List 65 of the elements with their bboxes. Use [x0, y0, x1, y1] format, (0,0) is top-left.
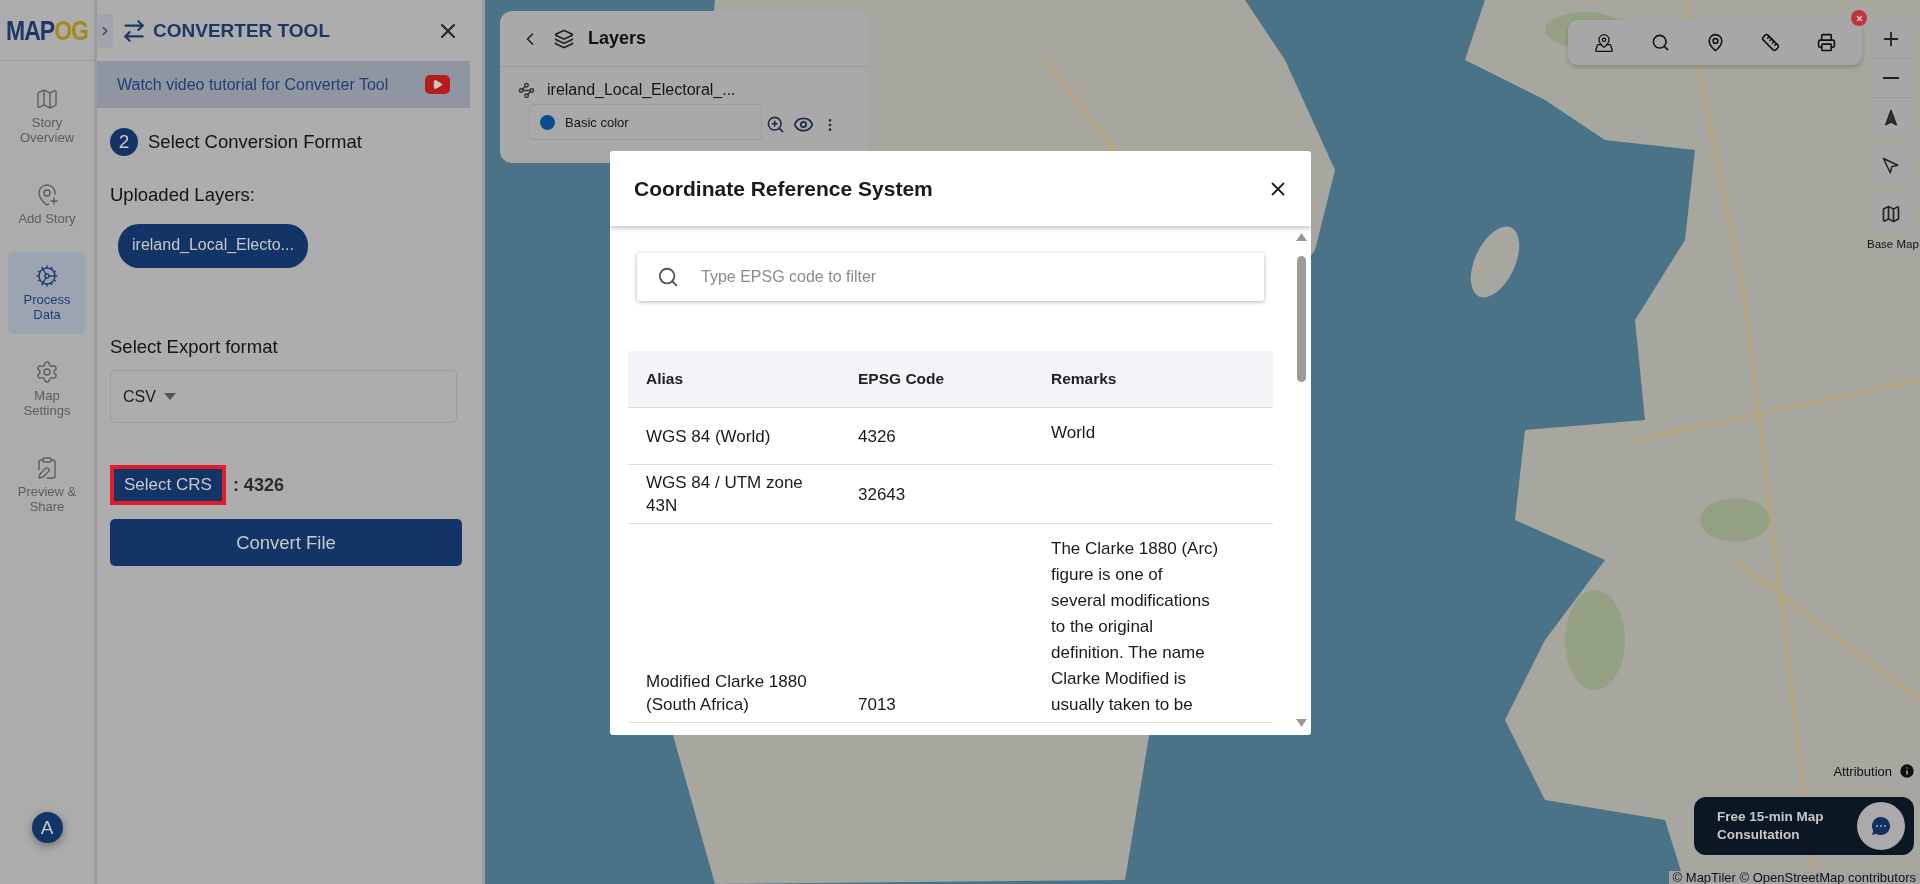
compass-icon [1882, 108, 1900, 127]
layer-name[interactable]: ireland_Local_Electoral_... [547, 81, 736, 99]
layer-chip[interactable]: ireland_Local_Electo... [118, 224, 308, 268]
scroll-up-icon[interactable] [1296, 233, 1307, 241]
select-crs-button[interactable]: Select CRS [110, 465, 226, 505]
search-icon[interactable] [1650, 33, 1670, 52]
map-credits: © MapTiler © OpenStreetMap contributors [1668, 871, 1920, 884]
nav-icon [35, 456, 59, 480]
consultation-card[interactable]: Free 15-min Map Consultation [1694, 797, 1914, 855]
scrollbar-thumb[interactable] [1297, 256, 1306, 382]
crs-value: : 4326 [232, 474, 284, 496]
pin-icon[interactable] [1705, 33, 1725, 52]
table-cell: 7013 [840, 524, 1033, 723]
nav-icon [35, 360, 59, 384]
polygon-icon [518, 81, 535, 99]
color-swatch [540, 114, 555, 130]
base-map-button[interactable] [1872, 195, 1910, 233]
table-cell: 32643 [840, 465, 1033, 524]
table-cell: Modified Clarke 1880 (South Africa) [628, 524, 840, 723]
table-cell: WGS 84 / UTM zone 43N [628, 465, 840, 524]
avatar[interactable]: A [31, 812, 63, 843]
logo: MAPOG [6, 13, 88, 47]
table-cell: WGS 84 (World) [628, 408, 840, 465]
layers-title: Layers [588, 28, 647, 49]
column-header[interactable]: EPSG Code [840, 351, 1033, 408]
step-title: Select Conversion Format [148, 131, 362, 153]
printer-icon[interactable] [1816, 33, 1836, 52]
tutorial-banner[interactable]: Watch video tutorial for Converter Tool [97, 61, 470, 108]
uploaded-layers-label: Uploaded Layers: [110, 184, 256, 206]
attribution-label: Attribution [1833, 763, 1892, 779]
nav-icon [35, 264, 59, 288]
search-field[interactable]: Type EPSG code to filter [637, 253, 1264, 301]
base-map-label: Base Map [1867, 238, 1919, 250]
convert-file-button[interactable]: Convert File [110, 519, 462, 566]
chat-icon [1869, 814, 1893, 838]
column-header[interactable]: Alias [628, 351, 840, 408]
layers-icon [554, 28, 574, 49]
panel-title: CONVERTER TOOL [153, 19, 331, 42]
column-header[interactable]: Remarks [1033, 351, 1273, 408]
video-icon [425, 75, 450, 94]
ruler-icon[interactable] [1761, 33, 1781, 52]
chat-button[interactable] [1857, 802, 1905, 850]
table-cell: 4326 [840, 408, 1033, 465]
nav-icon [35, 87, 59, 111]
map-icon[interactable] [1594, 32, 1615, 53]
nav-icon [35, 183, 59, 207]
style-selector[interactable]: Basic color [529, 104, 762, 140]
format-dropdown[interactable]: CSV [110, 370, 457, 423]
table-cell: The Clarke 1880 (Arc) figure is one of several modifications to the original definition. The name Clarke Modified is usually taken to be [1033, 524, 1273, 723]
scroll-down-icon[interactable] [1296, 719, 1307, 727]
expand-tab[interactable] [97, 13, 113, 48]
converter-icon [121, 17, 147, 44]
zoom-in-icon[interactable] [766, 115, 785, 134]
export-format-label: Select Export format [110, 336, 279, 358]
caret-icon [163, 392, 176, 401]
table-cell: World [1033, 408, 1273, 465]
dialog-title: Coordinate Reference System [634, 176, 933, 201]
nav-item[interactable]: Process Data [8, 252, 86, 334]
step-number: 2 [110, 128, 138, 156]
minus-icon [1883, 77, 1899, 79]
tutorial-link[interactable]: Watch video tutorial for Converter Tool [117, 75, 389, 94]
locate-button[interactable] [1872, 147, 1910, 185]
arrow-icon [1882, 157, 1900, 175]
search-icon [657, 266, 679, 288]
map-icon [1881, 204, 1901, 224]
